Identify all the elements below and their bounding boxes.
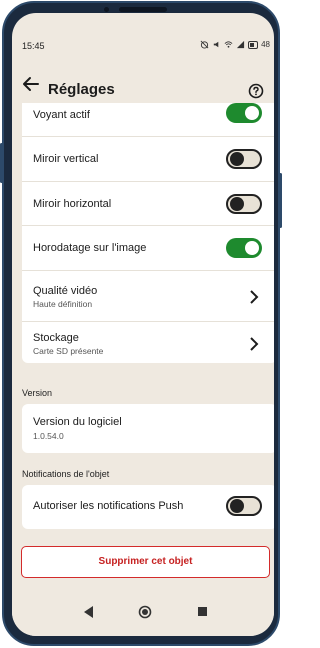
version-card: Version du logiciel 1.0.54.0 xyxy=(22,404,274,453)
battery-level: 48 xyxy=(261,40,270,49)
help-circle-icon[interactable] xyxy=(248,83,264,99)
section-label-notifications: Notifications de l'objet xyxy=(22,469,110,479)
app-bar: Réglages xyxy=(12,65,274,105)
setting-row-qualite-video[interactable]: Qualité vidéo Haute définition xyxy=(22,271,274,322)
arrow-left-icon[interactable] xyxy=(22,75,40,93)
miroir-horizontal-toggle[interactable] xyxy=(226,194,262,214)
setting-row-voyant[interactable]: Voyant actif xyxy=(22,103,274,137)
toggle-knob xyxy=(245,241,259,255)
battery-icon xyxy=(248,40,259,49)
power-button xyxy=(279,173,282,228)
setting-sublabel: Carte SD présente xyxy=(33,346,104,356)
alarm-off-icon xyxy=(200,40,209,49)
setting-sublabel: Haute définition xyxy=(33,299,93,309)
setting-row-stockage[interactable]: Stockage Carte SD présente xyxy=(22,322,274,363)
setting-label: Voyant actif xyxy=(33,109,90,121)
signal-icon xyxy=(236,40,245,49)
miroir-vertical-toggle[interactable] xyxy=(226,149,262,169)
setting-row-horodatage[interactable]: Horodatage sur l'image xyxy=(22,226,274,271)
volume-button xyxy=(0,143,3,183)
toggle-knob xyxy=(230,197,244,211)
push-notifications-toggle[interactable] xyxy=(226,496,262,516)
wifi-icon xyxy=(224,41,233,48)
nav-back-icon[interactable] xyxy=(84,606,94,618)
settings-card: Voyant actif Miroir vertical Miroir hori… xyxy=(22,103,274,363)
setting-row-miroir-horizontal[interactable]: Miroir horizontal xyxy=(22,182,274,226)
speaker-grille xyxy=(119,7,167,12)
horodatage-toggle[interactable] xyxy=(226,238,262,258)
screen: 15:45 48 Réglages Voyant actif Miroir ve… xyxy=(12,13,274,636)
toggle-knob xyxy=(230,152,244,166)
page-title: Réglages xyxy=(48,81,115,98)
status-time: 15:45 xyxy=(22,41,45,51)
nav-recent-icon[interactable] xyxy=(198,607,207,616)
status-icons: 48 xyxy=(200,40,270,49)
setting-label: Qualité vidéo xyxy=(33,285,98,297)
chevron-right-icon xyxy=(250,290,259,304)
notifications-card: Autoriser les notifications Push xyxy=(22,485,274,529)
voyant-toggle[interactable] xyxy=(226,103,262,123)
setting-label: Miroir horizontal xyxy=(33,198,112,210)
version-label: Version du logiciel xyxy=(33,416,122,428)
push-notifications-label: Autoriser les notifications Push xyxy=(33,500,184,512)
setting-label: Miroir vertical xyxy=(33,153,99,165)
toggle-knob xyxy=(230,499,244,513)
nav-home-icon[interactable] xyxy=(138,605,152,619)
phone-frame: 15:45 48 Réglages Voyant actif Miroir ve… xyxy=(0,1,282,646)
setting-row-miroir-vertical[interactable]: Miroir vertical xyxy=(22,137,274,182)
chevron-right-icon xyxy=(250,337,259,351)
status-bar: 15:45 48 xyxy=(12,13,274,51)
section-label-version: Version xyxy=(22,388,53,398)
setting-label: Horodatage sur l'image xyxy=(33,242,147,254)
front-camera xyxy=(104,7,109,12)
version-value: 1.0.54.0 xyxy=(33,431,64,441)
mute-icon xyxy=(213,41,219,48)
delete-object-button[interactable]: Supprimer cet objet xyxy=(21,546,270,578)
toggle-knob xyxy=(245,106,259,120)
setting-label: Stockage xyxy=(33,332,79,344)
system-nav-bar xyxy=(12,592,274,636)
